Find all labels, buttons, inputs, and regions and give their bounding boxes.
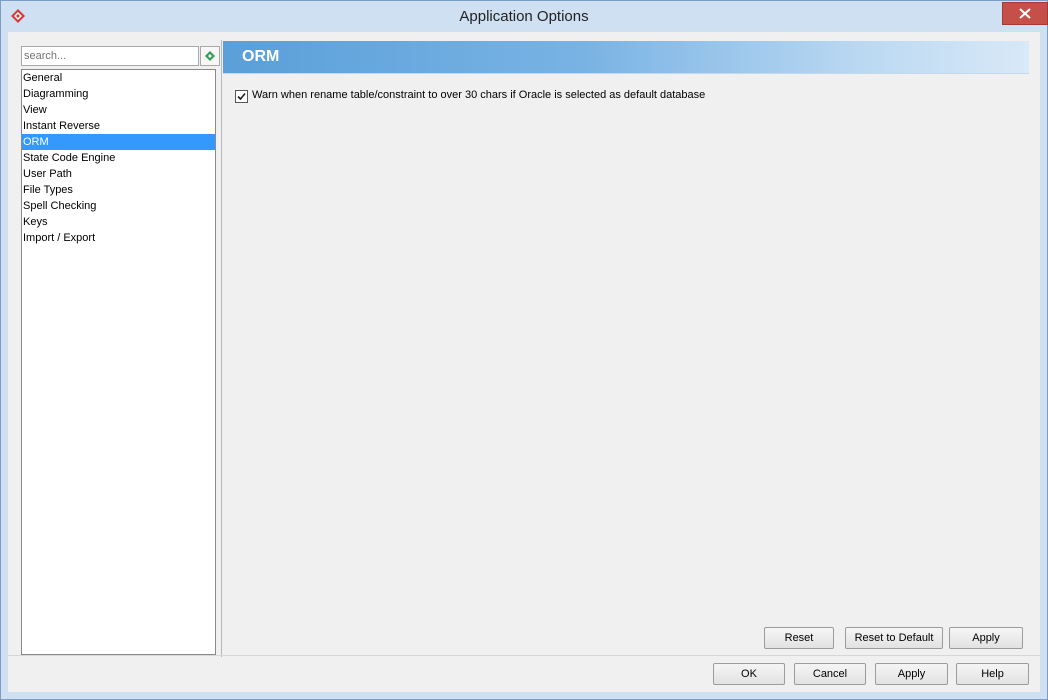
sidebar-item-import-export[interactable]: Import / Export: [22, 230, 215, 246]
sidebar-item-keys[interactable]: Keys: [22, 214, 215, 230]
panel-header: ORM: [223, 41, 1029, 74]
reset-to-default-button[interactable]: Reset to Default: [845, 627, 943, 649]
checkmark-icon: [237, 92, 246, 101]
panel-divider: [221, 40, 222, 657]
page-title: ORM: [242, 48, 280, 65]
close-icon: [1019, 8, 1031, 19]
sidebar-item-view[interactable]: View: [22, 102, 215, 118]
options-category-list[interactable]: General Diagramming View Instant Reverse…: [21, 69, 216, 655]
search-button[interactable]: [200, 46, 220, 66]
application-options-window: Application Options General Diagramming …: [0, 0, 1048, 700]
oracle-rename-warning-label: Warn when rename table/constraint to ove…: [252, 89, 706, 101]
reset-button[interactable]: Reset: [764, 627, 834, 649]
sidebar-item-orm[interactable]: ORM: [22, 134, 215, 150]
sidebar-item-spell-checking[interactable]: Spell Checking: [22, 198, 215, 214]
dialog-body: General Diagramming View Instant Reverse…: [8, 32, 1040, 692]
search-go-icon: [205, 51, 215, 61]
close-button[interactable]: [1002, 2, 1048, 25]
sidebar-item-diagramming[interactable]: Diagramming: [22, 86, 215, 102]
panel-apply-button[interactable]: Apply: [949, 627, 1023, 649]
window-title: Application Options: [459, 8, 589, 25]
sidebar-item-user-path[interactable]: User Path: [22, 166, 215, 182]
oracle-rename-warning-checkbox[interactable]: [235, 90, 248, 103]
sidebar-item-general[interactable]: General: [22, 70, 215, 86]
search-input[interactable]: [21, 46, 199, 66]
ok-button[interactable]: OK: [713, 663, 785, 685]
apply-button[interactable]: Apply: [875, 663, 948, 685]
help-button[interactable]: Help: [956, 663, 1029, 685]
footer-divider: [8, 655, 1040, 656]
sidebar-item-instant-reverse[interactable]: Instant Reverse: [22, 118, 215, 134]
sidebar-item-state-code-engine[interactable]: State Code Engine: [22, 150, 215, 166]
title-bar[interactable]: Application Options: [1, 1, 1048, 33]
cancel-button[interactable]: Cancel: [794, 663, 866, 685]
sidebar-item-file-types[interactable]: File Types: [22, 182, 215, 198]
